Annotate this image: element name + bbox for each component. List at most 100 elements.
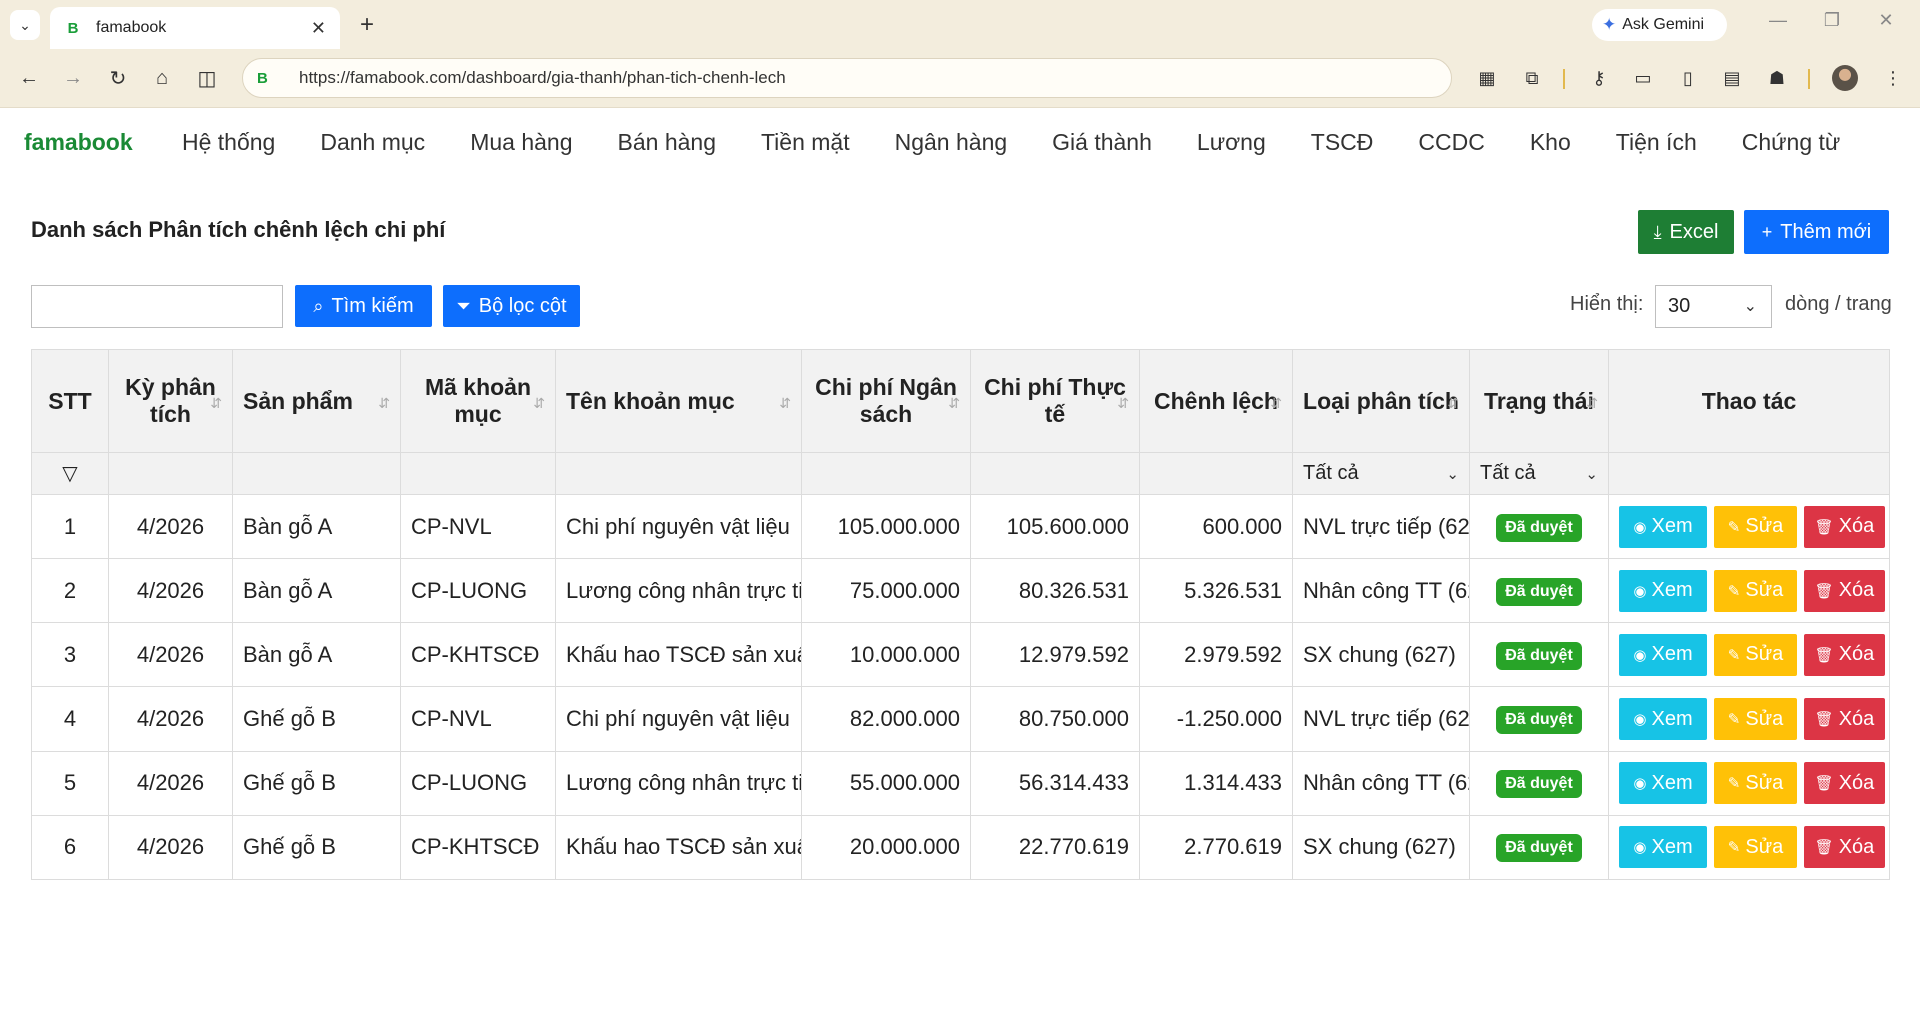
cell-status: Đã duyệt xyxy=(1469,622,1609,688)
menu-item-he-thong[interactable]: Hệ thống xyxy=(182,129,275,156)
col-header-type[interactable]: Loại phân tích ⇵ xyxy=(1292,349,1470,453)
reading-list-icon[interactable]: ▯ xyxy=(1673,63,1703,93)
cell-period: 4/2026 xyxy=(108,750,233,816)
forward-icon[interactable]: → xyxy=(58,63,88,93)
brand-logo[interactable]: famabook xyxy=(24,129,133,156)
delete-button[interactable]: 🗑 Xóa xyxy=(1804,569,1885,612)
sort-icon[interactable]: ⇵ xyxy=(1117,390,1129,417)
column-filter-button[interactable]: ⏷ Bộ lọc cột xyxy=(443,285,580,327)
col-header-budget[interactable]: Chi phí Ngân sách ⇵ xyxy=(801,349,971,453)
reading-mode-icon[interactable]: ◫ xyxy=(192,63,222,93)
sort-icon[interactable]: ⇵ xyxy=(1586,390,1598,417)
delete-button[interactable]: 🗑 Xóa xyxy=(1804,505,1885,548)
password-key-icon[interactable]: ⚷ xyxy=(1584,63,1614,93)
page-size-select[interactable]: 30 ⌄ xyxy=(1655,285,1772,328)
view-button[interactable]: ◉ Xem xyxy=(1619,698,1707,741)
col-header-actual[interactable]: Chi phí Thực tế ⇵ xyxy=(970,349,1140,453)
table-row: 6 4/2026 Ghế gỗ B CP-KHTSCĐ Khấu hao TSCĐ sả… xyxy=(31,814,1890,881)
menu-item-ngan-hang[interactable]: Ngân hàng xyxy=(895,129,1008,156)
delete-button[interactable]: 🗑 Xóa xyxy=(1804,698,1885,741)
add-new-button[interactable]: + Thêm mới xyxy=(1744,210,1889,254)
page-title: Danh sách Phân tích chênh lệch chi phí xyxy=(31,217,446,242)
browser-tab[interactable]: B famabook ✕ xyxy=(50,7,340,49)
filter-cell xyxy=(400,452,556,495)
col-header-status[interactable]: Trạng thái ⇵ xyxy=(1469,349,1609,453)
cell-item-code: CP-NVL xyxy=(400,493,556,560)
cell-actual: 22.770.619 xyxy=(970,814,1140,881)
url-field[interactable]: B https://famabook.com/dashboard/gia-tha… xyxy=(242,58,1452,98)
sort-icon[interactable]: ⇵ xyxy=(1447,390,1459,417)
edit-button[interactable]: ✎ Sửa xyxy=(1714,698,1797,741)
sort-icon[interactable]: ⇵ xyxy=(533,390,545,417)
edit-button[interactable]: ✎ Sửa xyxy=(1714,633,1797,676)
tab-search-icon[interactable]: ▤ xyxy=(1717,63,1747,93)
minimize-icon[interactable]: — xyxy=(1758,10,1798,31)
close-icon[interactable]: ✕ xyxy=(311,18,326,39)
site-info-icon[interactable]: B xyxy=(257,70,279,87)
incognito-icon[interactable]: ☗ xyxy=(1762,63,1792,93)
reload-icon[interactable]: ↻ xyxy=(103,63,133,93)
cell-type: Nhân công TT (622) xyxy=(1292,750,1470,816)
view-button[interactable]: ◉ Xem xyxy=(1619,633,1707,676)
menu-item-ban-hang[interactable]: Bán hàng xyxy=(618,129,716,156)
edit-button[interactable]: ✎ Sửa xyxy=(1714,762,1797,805)
col-header-product[interactable]: Sản phẩm ⇵ xyxy=(232,349,401,453)
view-button[interactable]: ◉ Xem xyxy=(1619,505,1707,548)
col-header-item-name[interactable]: Tên khoản mục ⇵ xyxy=(555,349,802,453)
menu-item-tien-ich[interactable]: Tiện ích xyxy=(1616,129,1697,156)
view-button[interactable]: ◉ Xem xyxy=(1619,569,1707,612)
menu-item-ccdc[interactable]: CCDC xyxy=(1418,129,1484,156)
view-button[interactable]: ◉ Xem xyxy=(1619,826,1707,869)
col-header-period[interactable]: Kỳ phân tích ⇵ xyxy=(108,349,233,453)
trash-icon: 🗑 xyxy=(1814,839,1834,857)
col-header-diff[interactable]: Chênh lệch ⇵ xyxy=(1139,349,1293,453)
edit-button[interactable]: ✎ Sửa xyxy=(1714,569,1797,612)
view-button[interactable]: ◉ Xem xyxy=(1619,762,1707,805)
qr-code-icon[interactable]: ▦ xyxy=(1472,63,1502,93)
new-tab-button[interactable]: + xyxy=(352,10,382,40)
filter-row-funnel-icon[interactable]: ▽ xyxy=(31,452,109,495)
cell-type: NVL trực tiếp (621) xyxy=(1292,493,1470,560)
home-icon[interactable]: ⌂ xyxy=(147,63,177,93)
cell-status: Đã duyệt xyxy=(1469,493,1609,560)
status-badge: Đã duyệt xyxy=(1496,770,1582,799)
menu-item-tscd[interactable]: TSCĐ xyxy=(1311,129,1374,156)
sort-icon[interactable]: ⇵ xyxy=(378,390,390,417)
menu-item-danh-muc[interactable]: Danh mục xyxy=(320,129,425,156)
edit-button[interactable]: ✎ Sửa xyxy=(1714,505,1797,548)
extensions-icon[interactable]: ⧉ xyxy=(1517,63,1547,93)
menu-item-kho[interactable]: Kho xyxy=(1530,129,1571,156)
cell-type: SX chung (627) xyxy=(1292,814,1470,881)
menu-item-gia-thanh[interactable]: Giá thành xyxy=(1052,129,1152,156)
sort-icon[interactable]: ⇵ xyxy=(1270,390,1282,417)
restore-icon[interactable]: ❐ xyxy=(1812,10,1852,31)
type-filter-select[interactable]: Tất cả ⌄ xyxy=(1292,452,1470,495)
menu-item-chung-tu[interactable]: Chứng từ xyxy=(1742,129,1841,156)
col-header-stt: STT xyxy=(31,349,109,453)
menu-item-tien-mat[interactable]: Tiền mặt xyxy=(761,129,850,156)
edit-button[interactable]: ✎ Sửa xyxy=(1714,826,1797,869)
back-icon[interactable]: ← xyxy=(14,63,44,93)
status-filter-select[interactable]: Tất cả ⌄ xyxy=(1469,452,1609,495)
more-menu-icon[interactable]: ⋮ xyxy=(1878,63,1908,93)
menu-item-luong[interactable]: Lương xyxy=(1197,129,1266,156)
table-row: 5 4/2026 Ghế gỗ B CP-LUONG Lương công nhân t… xyxy=(31,750,1890,816)
sort-icon[interactable]: ⇵ xyxy=(948,390,960,417)
payment-card-icon[interactable]: ▭ xyxy=(1628,63,1658,93)
window-close-icon[interactable]: ✕ xyxy=(1866,10,1906,31)
col-header-item-code[interactable]: Mã khoản mục ⇵ xyxy=(400,349,556,453)
delete-button[interactable]: 🗑 Xóa xyxy=(1804,633,1885,676)
browser-tab-bar: ⌄ B famabook ✕ + ✦ Ask Gemini — ❐ ✕ xyxy=(0,0,1920,49)
profile-avatar[interactable] xyxy=(1832,65,1858,91)
excel-export-button[interactable]: ⤓ Excel xyxy=(1638,210,1734,254)
ask-gemini-button[interactable]: ✦ Ask Gemini xyxy=(1592,9,1727,41)
delete-button[interactable]: 🗑 Xóa xyxy=(1804,826,1885,869)
sort-icon[interactable]: ⇵ xyxy=(210,390,222,417)
search-input[interactable] xyxy=(31,285,283,328)
cell-product: Bàn gỗ A xyxy=(232,558,401,624)
menu-item-mua-hang[interactable]: Mua hàng xyxy=(470,129,572,156)
sort-icon[interactable]: ⇵ xyxy=(779,390,791,417)
tab-list-button[interactable]: ⌄ xyxy=(10,10,40,40)
delete-button[interactable]: 🗑 Xóa xyxy=(1804,762,1885,805)
search-button[interactable]: ⌕ Tìm kiếm xyxy=(295,285,432,327)
